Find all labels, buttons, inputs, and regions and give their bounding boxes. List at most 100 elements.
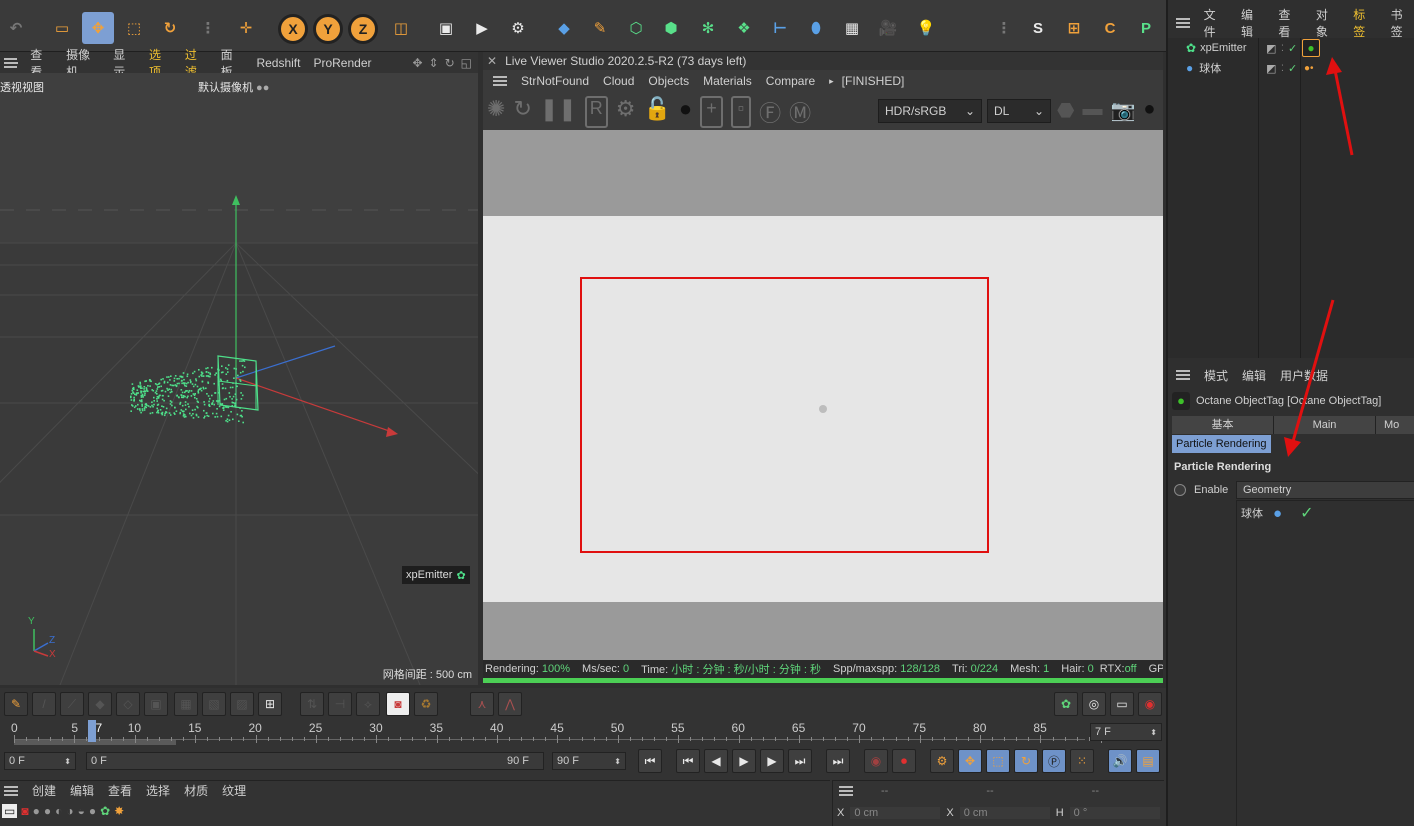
filter-mat6-icon[interactable]: ● bbox=[89, 804, 96, 818]
record-target-icon[interactable]: ◎ bbox=[1082, 692, 1106, 716]
light-icon[interactable]: 💡 bbox=[910, 12, 942, 44]
texture-icon[interactable]: ▧ bbox=[202, 692, 226, 716]
uv-icon[interactable]: ▨ bbox=[230, 692, 254, 716]
key-position-icon[interactable]: ✥ bbox=[958, 749, 982, 773]
filter-mat3-icon[interactable]: ◐ bbox=[55, 804, 62, 818]
snap-grid-icon[interactable]: ⇅ bbox=[300, 692, 324, 716]
brush-icon[interactable]: ✎ bbox=[4, 692, 28, 716]
attr-menu-mode[interactable]: 模式 bbox=[1204, 367, 1228, 384]
filter-mat2-icon[interactable]: ● bbox=[44, 804, 51, 818]
sound-icon[interactable]: 🔊 bbox=[1108, 749, 1132, 773]
film-strip-icon[interactable]: ▤ bbox=[1136, 749, 1160, 773]
snap-axis-icon[interactable]: ⊣ bbox=[328, 692, 352, 716]
filter-mat1-icon[interactable]: ● bbox=[33, 804, 40, 818]
prev-frame-icon[interactable]: ◀ bbox=[704, 749, 728, 773]
cube-icon[interactable]: ◆ bbox=[548, 12, 580, 44]
kernel-select[interactable]: DL ⌄ bbox=[987, 99, 1051, 123]
filter-mat4-icon[interactable]: ◑ bbox=[66, 804, 73, 818]
animate-radio-icon[interactable] bbox=[1174, 484, 1186, 496]
s-icon[interactable]: S bbox=[1022, 12, 1054, 44]
p-icon[interactable]: P bbox=[1130, 12, 1162, 44]
sphere-icon[interactable]: ● bbox=[1143, 98, 1155, 123]
chevron-right-icon[interactable]: ▸ bbox=[829, 76, 834, 87]
viewport-menu-icon[interactable] bbox=[4, 57, 19, 68]
floor-icon[interactable]: ▦ bbox=[836, 12, 868, 44]
settings-gear-icon[interactable]: ⚙ bbox=[616, 96, 636, 128]
knife-icon[interactable]: / bbox=[32, 692, 56, 716]
current-frame-field[interactable]: 7 F ⬍ bbox=[1090, 723, 1162, 741]
coord-h-field[interactable]: 0 ° bbox=[1069, 807, 1160, 819]
axis-x-icon[interactable]: X bbox=[278, 14, 308, 44]
ao-icon[interactable]: ⬣ bbox=[1057, 98, 1074, 123]
snap-icon[interactable]: ⋮ bbox=[988, 12, 1020, 44]
deformer-icon[interactable]: ⊢ bbox=[764, 12, 796, 44]
point-icon[interactable]: ▣ bbox=[144, 692, 168, 716]
coord-x2-field[interactable]: 0 cm bbox=[959, 807, 1050, 819]
sculpt-icon[interactable]: ⟋ bbox=[60, 692, 84, 716]
move-plus-icon[interactable]: ✛ bbox=[230, 12, 262, 44]
mograph-icon[interactable]: ✻ bbox=[692, 12, 724, 44]
animate-icon[interactable]: ◙ bbox=[386, 692, 410, 716]
scale-icon[interactable]: ⬚ bbox=[118, 12, 150, 44]
undo-icon[interactable]: ↶ bbox=[0, 12, 32, 44]
mat-menu-create[interactable]: 创建 bbox=[32, 782, 56, 799]
region-box-icon[interactable]: ▫ bbox=[730, 96, 752, 128]
lv-menu-objects[interactable]: Objects bbox=[648, 74, 689, 88]
render-settings-icon[interactable]: ⚙ bbox=[502, 12, 534, 44]
start-frame-field[interactable]: 0 F ⬍ bbox=[4, 752, 76, 770]
material-pick-icon[interactable]: Ⓜ bbox=[789, 96, 811, 128]
om-menu-file[interactable]: 文件 bbox=[1204, 6, 1227, 40]
material-ball-icon[interactable]: ● bbox=[679, 96, 692, 128]
camera-name-label[interactable]: 默认摄像机 ●● bbox=[198, 79, 269, 95]
lock-icon[interactable]: 🔓 bbox=[643, 96, 670, 128]
key-rotation-icon[interactable]: ↻ bbox=[1014, 749, 1038, 773]
move-icon[interactable]: ✥ bbox=[82, 12, 114, 44]
viewport-menu-redshift[interactable]: Redshift bbox=[256, 56, 300, 70]
prev-key-icon[interactable]: ⏮ bbox=[676, 749, 700, 773]
mat-menu-material[interactable]: 材质 bbox=[184, 782, 208, 799]
edge-icon[interactable]: ◇ bbox=[116, 692, 140, 716]
render-view-icon[interactable]: ▣ bbox=[430, 12, 462, 44]
color-mode-select[interactable]: HDR/sRGB ⌄ bbox=[878, 99, 982, 123]
add-region-icon[interactable]: + bbox=[700, 96, 723, 128]
lv-menu-materials[interactable]: Materials bbox=[703, 74, 752, 88]
enabled-check-icon[interactable]: ✓ bbox=[1288, 42, 1297, 55]
object-link-list[interactable]: 球体 ● ✓ bbox=[1236, 500, 1414, 826]
ik-icon[interactable]: ⋏ bbox=[470, 692, 494, 716]
recycle-icon[interactable]: ♻ bbox=[414, 692, 438, 716]
axis-y-icon[interactable]: Y bbox=[313, 14, 343, 44]
autokey-icon[interactable]: ⏺ bbox=[892, 749, 916, 773]
object-manager-menu-icon[interactable] bbox=[1176, 18, 1190, 28]
live-viewer-menu-icon[interactable] bbox=[493, 76, 507, 86]
poly-icon[interactable]: ◆ bbox=[88, 692, 112, 716]
key-selection-icon[interactable]: ⚙ bbox=[930, 749, 954, 773]
live-select-icon[interactable]: ▭ bbox=[46, 12, 78, 44]
om-menu-edit[interactable]: 编辑 bbox=[1241, 6, 1264, 40]
mat-menu-view[interactable]: 查看 bbox=[108, 782, 132, 799]
rotate-icon[interactable]: ↻ bbox=[154, 12, 186, 44]
viewport-nav-icons[interactable]: ✥⇕↻◱ bbox=[413, 56, 479, 70]
extrude-icon[interactable]: ⬢ bbox=[655, 12, 687, 44]
key-pla-icon[interactable]: ⁙ bbox=[1070, 749, 1094, 773]
lv-menu-compare[interactable]: Compare bbox=[766, 74, 815, 88]
go-to-end-icon[interactable]: ⏭ bbox=[826, 749, 850, 773]
playhead[interactable] bbox=[87, 720, 96, 742]
check-icon[interactable]: ✓ bbox=[1300, 503, 1313, 523]
perspective-viewport[interactable]: 透视视图 默认摄像机 ●● Y Z X xpEmitter ✿ 网格间距 : 5… bbox=[0, 73, 478, 685]
filter-redshift-icon[interactable]: ✸ bbox=[114, 804, 124, 818]
attr-menu-edit[interactable]: 编辑 bbox=[1242, 367, 1266, 384]
go-to-start-icon[interactable]: ⏮ bbox=[638, 749, 662, 773]
subdivision-icon[interactable]: ⬡ bbox=[620, 12, 652, 44]
object-hud-label[interactable]: xpEmitter ✿ bbox=[402, 566, 470, 584]
attributes-menu-icon[interactable] bbox=[1176, 370, 1190, 380]
enable-dropdown[interactable]: Geometry bbox=[1236, 481, 1414, 499]
filter-all-icon[interactable]: ▭ bbox=[2, 804, 18, 818]
grid-icon[interactable]: ⊞ bbox=[258, 692, 282, 716]
next-key-icon[interactable]: ⏭ bbox=[788, 749, 812, 773]
joint-icon[interactable]: ⋀ bbox=[498, 692, 522, 716]
om-menu-tags[interactable]: 标签 bbox=[1353, 6, 1376, 40]
film-icon[interactable]: ▬ bbox=[1082, 98, 1102, 123]
mat-menu-edit[interactable]: 编辑 bbox=[70, 782, 94, 799]
record-green-icon[interactable]: ✿ bbox=[1054, 692, 1078, 716]
play-icon[interactable]: ▶ bbox=[732, 749, 756, 773]
